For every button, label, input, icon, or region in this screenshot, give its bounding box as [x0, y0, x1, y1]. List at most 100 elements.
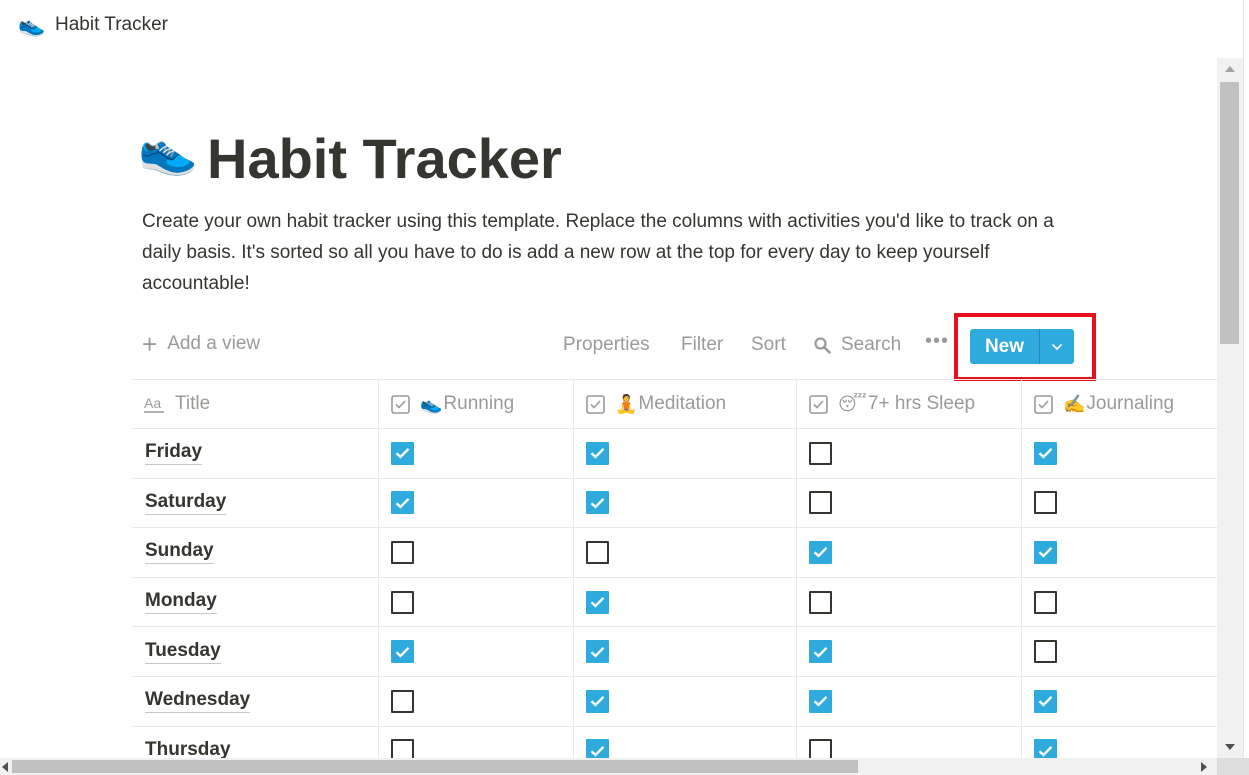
checkbox-cell	[797, 528, 1022, 577]
column-header-running[interactable]: 👟 Running	[379, 380, 574, 428]
checkbox-checked[interactable]	[1034, 689, 1057, 713]
checkbox-checked[interactable]	[809, 540, 832, 564]
table-header: Aa Title 👟 Running 🧘 Meditation 😴 7+ hrs…	[132, 379, 1217, 429]
column-header-journaling[interactable]: ✍️ Journaling	[1022, 380, 1217, 428]
search-icon	[814, 336, 831, 354]
checkmark-icon	[590, 745, 605, 757]
checkbox-cell	[797, 627, 1022, 676]
table-row: Monday	[132, 577, 1217, 628]
checkbox-checked[interactable]	[586, 640, 609, 664]
title-cell[interactable]: Wednesday	[132, 676, 379, 726]
title-cell[interactable]: Monday	[132, 577, 379, 627]
checkbox-unchecked[interactable]	[1034, 491, 1057, 515]
topbar-page-title[interactable]: Habit Tracker	[55, 14, 168, 36]
checkbox-cell	[797, 429, 1022, 478]
more-options-button[interactable]: •••	[925, 330, 949, 353]
sleep-emoji: 😴	[838, 393, 867, 414]
title-cell[interactable]: Friday	[132, 429, 379, 478]
chevron-down-icon	[1051, 343, 1063, 350]
scroll-up-arrow-icon[interactable]	[1225, 66, 1235, 72]
checkbox-unchecked[interactable]	[1034, 590, 1057, 614]
checkbox-cell	[379, 627, 574, 676]
checkbox-unchecked[interactable]	[391, 689, 414, 713]
vertical-scroll-thumb[interactable]	[1220, 82, 1239, 344]
page-icon[interactable]: 👟	[138, 125, 198, 177]
table-row: Saturday	[132, 478, 1217, 529]
checkmark-icon	[395, 646, 410, 658]
properties-button[interactable]: Properties	[563, 334, 650, 356]
checkbox-checked[interactable]	[586, 590, 609, 614]
row-title[interactable]: Saturday	[145, 491, 227, 515]
horizontal-scroll-thumb[interactable]	[12, 760, 858, 773]
checkbox-cell	[797, 577, 1022, 627]
checkbox-cell	[379, 676, 574, 726]
checkbox-unchecked[interactable]	[809, 590, 832, 614]
checkbox-unchecked[interactable]	[586, 540, 609, 564]
checkmark-icon	[813, 547, 828, 559]
top-bar: 👟 Habit Tracker	[0, 0, 1249, 50]
checkbox-cell	[379, 478, 574, 528]
checkmark-icon	[1038, 547, 1053, 559]
checkbox-unchecked[interactable]	[809, 441, 832, 465]
checkbox-cell	[574, 676, 797, 726]
new-dropdown-button[interactable]	[1040, 343, 1074, 351]
checkbox-cell	[379, 577, 574, 627]
checkbox-unchecked[interactable]	[391, 540, 414, 564]
title-cell[interactable]: Sunday	[132, 528, 379, 577]
horizontal-scrollbar[interactable]	[0, 758, 1217, 775]
row-title[interactable]: Tuesday	[145, 640, 221, 664]
checkbox-cell	[797, 478, 1022, 528]
search-button[interactable]: Search	[814, 334, 901, 356]
column-label: Meditation	[638, 393, 727, 414]
title-cell[interactable]: Tuesday	[132, 627, 379, 676]
checkbox-checked[interactable]	[1034, 441, 1057, 465]
journaling-emoji: ✍️	[1063, 393, 1086, 414]
new-button[interactable]: New	[970, 336, 1039, 358]
scroll-right-arrow-icon[interactable]	[1201, 762, 1207, 772]
text-property-icon: Aa	[144, 396, 165, 413]
checkbox-cell	[574, 577, 797, 627]
checkbox-checked[interactable]	[391, 441, 414, 465]
checkbox-checked[interactable]	[586, 441, 609, 465]
checkbox-checked[interactable]	[391, 491, 414, 515]
table-row: Sunday	[132, 528, 1217, 578]
checkbox-checked[interactable]	[809, 689, 832, 713]
table-row: Wednesday	[132, 676, 1217, 727]
checkbox-unchecked[interactable]	[1034, 640, 1057, 664]
checkbox-checked[interactable]	[809, 640, 832, 664]
row-title[interactable]: Friday	[145, 441, 203, 466]
vertical-scrollbar[interactable]	[1217, 58, 1243, 758]
add-view-button[interactable]: + Add a view	[142, 331, 260, 357]
page-title[interactable]: Habit Tracker	[207, 126, 562, 192]
scroll-left-arrow-icon[interactable]	[2, 762, 8, 772]
checkbox-property-icon	[391, 394, 410, 414]
checkbox-checked[interactable]	[586, 689, 609, 713]
checkbox-cell	[379, 528, 574, 577]
checkbox-unchecked[interactable]	[809, 491, 832, 515]
window-edge	[1243, 0, 1244, 758]
running-emoji: 👟	[420, 393, 443, 414]
checkbox-property-icon	[1034, 394, 1053, 414]
table-body: Friday Saturday Sunday Monday Tuesday Wednesd…	[132, 429, 1217, 775]
title-cell[interactable]: Saturday	[132, 478, 379, 528]
column-header-sleep[interactable]: 😴 7+ hrs Sleep	[797, 380, 1022, 428]
checkbox-unchecked[interactable]	[391, 590, 414, 614]
checkbox-checked[interactable]	[586, 491, 609, 515]
column-header-meditation[interactable]: 🧘 Meditation	[574, 380, 797, 428]
checkmark-icon	[590, 696, 605, 707]
page-description[interactable]: Create your own habit tracker using this…	[142, 206, 1062, 299]
checkbox-cell	[574, 478, 797, 528]
checkbox-checked[interactable]	[391, 640, 414, 664]
checkbox-cell	[1022, 677, 1217, 726]
row-title[interactable]: Wednesday	[145, 689, 251, 714]
checkbox-property-icon	[809, 394, 828, 414]
column-header-title[interactable]: Aa Title	[132, 380, 379, 428]
row-title[interactable]: Sunday	[145, 540, 214, 565]
filter-button[interactable]: Filter	[681, 334, 723, 356]
checkbox-checked[interactable]	[1034, 540, 1057, 564]
checkmark-icon	[590, 448, 605, 459]
row-title[interactable]: Monday	[145, 590, 217, 615]
sort-button[interactable]: Sort	[751, 334, 786, 356]
scroll-down-arrow-icon[interactable]	[1225, 744, 1235, 750]
checkmark-icon	[813, 646, 828, 658]
